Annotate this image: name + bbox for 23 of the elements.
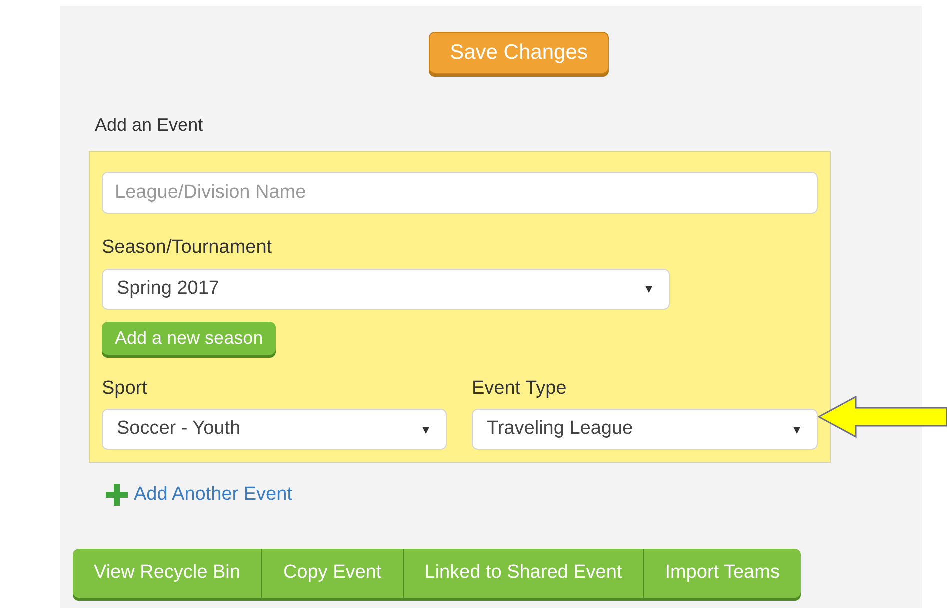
league-name-field[interactable]: League/Division Name <box>102 172 818 214</box>
select-value: Soccer - Youth <box>117 417 241 442</box>
caret-icon: ▼ <box>791 420 803 438</box>
field-label: Season/Tournament <box>102 236 272 260</box>
season-select[interactable]: Spring 2017 ▼ <box>102 268 670 310</box>
arrow-icon <box>818 396 947 438</box>
action-button[interactable]: Copy Event <box>261 548 403 598</box>
plus-icon <box>106 484 128 506</box>
action-button[interactable]: Import Teams <box>643 548 801 598</box>
field-label: Sport <box>102 376 148 400</box>
field-label: Event Type <box>472 376 567 400</box>
add-season-button[interactable]: Add a new season <box>102 322 276 354</box>
action-button[interactable]: View Recycle Bin <box>73 548 262 598</box>
add-another-event-link[interactable]: Add Another Event <box>106 481 292 510</box>
caret-icon: ▼ <box>643 280 655 298</box>
action-button[interactable]: Linked to Shared Event <box>402 548 644 598</box>
caret-icon: ▼ <box>420 420 432 438</box>
select-value: Traveling League <box>487 417 634 442</box>
select-value: Spring 2017 <box>117 276 220 301</box>
sport-select[interactable]: Soccer - Youth ▼ <box>102 409 447 450</box>
save-button[interactable]: Save Changes <box>429 32 609 74</box>
section-title: Add an Event <box>95 114 204 137</box>
event-type-select[interactable]: Traveling League ▼ <box>472 409 818 450</box>
